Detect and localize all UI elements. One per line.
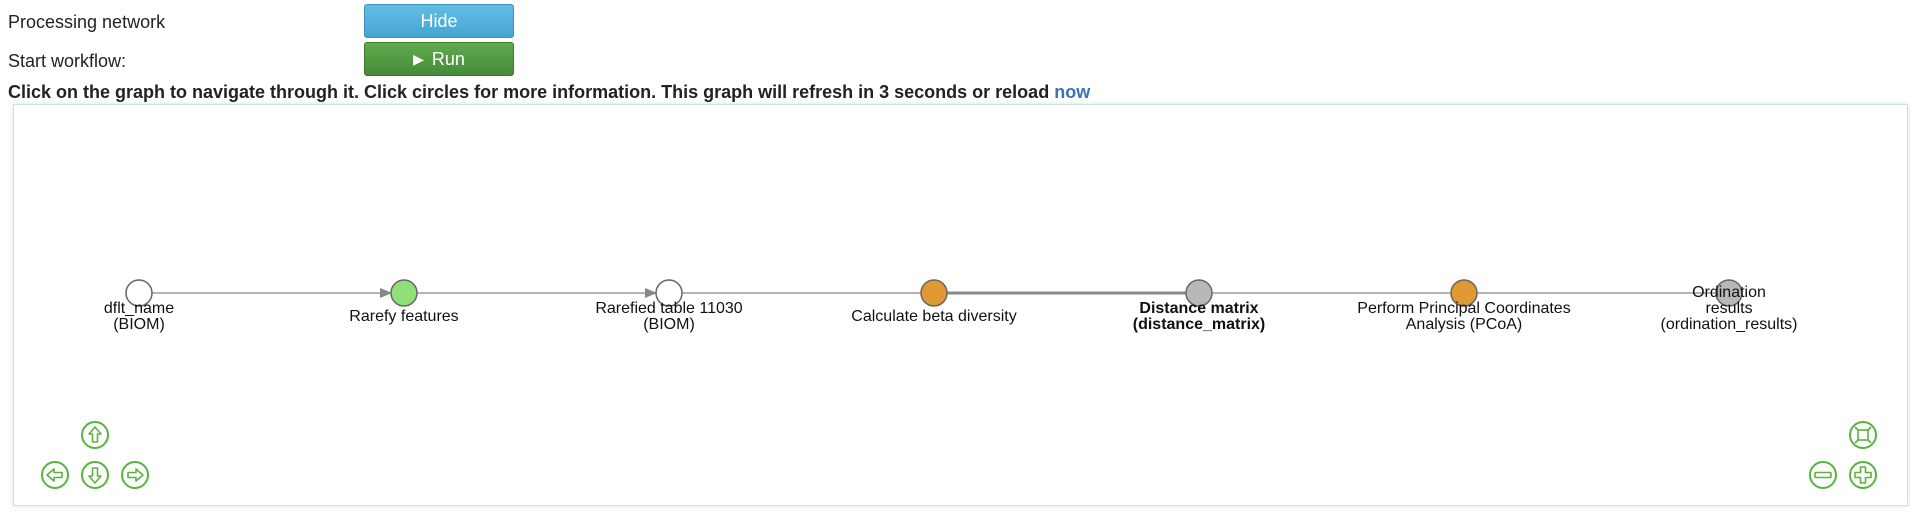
page: Processing network Hide Start workflow: … bbox=[0, 0, 1918, 512]
node-label-line: Ordination bbox=[1692, 284, 1766, 301]
node-label-line: Analysis (PCoA) bbox=[1406, 316, 1522, 333]
node-label-line: dflt_name bbox=[104, 300, 174, 317]
node-label: Perform Principal Coordinates Analysis (P… bbox=[1357, 300, 1570, 333]
arrow-right-icon[interactable] bbox=[121, 461, 149, 489]
node-label-line: (ordination_results) bbox=[1661, 316, 1798, 333]
start-workflow-label: Start workflow: bbox=[8, 51, 127, 71]
node-label-line: (BIOM) bbox=[643, 316, 695, 333]
process-node[interactable] bbox=[920, 279, 948, 307]
node-label-line: (distance_matrix) bbox=[1133, 316, 1266, 333]
node-label-line: Distance matrix bbox=[1139, 300, 1258, 317]
play-icon: ▶ bbox=[413, 50, 424, 67]
process-node[interactable] bbox=[390, 279, 418, 307]
processing-network-graph[interactable]: dflt_name (BIOM) Rarefy features Rarefied t… bbox=[13, 104, 1908, 506]
graph-canvas[interactable]: dflt_name (BIOM) Rarefy features Rarefied t… bbox=[14, 105, 1907, 505]
node-label-line: (BIOM) bbox=[113, 316, 165, 333]
reload-now-link[interactable]: now bbox=[1054, 82, 1090, 102]
node-label-line: Rarefy features bbox=[349, 308, 458, 325]
instructions-text: Click on the graph to navigate through i… bbox=[8, 82, 1055, 102]
node-label: Rarefied table 11030 (BIOM) bbox=[595, 300, 742, 333]
fit-view-icon[interactable] bbox=[1849, 421, 1877, 449]
zoom-out-icon[interactable] bbox=[1809, 461, 1837, 489]
arrow-left-icon[interactable] bbox=[41, 461, 69, 489]
node-label: Ordination results (ordination_results) bbox=[1661, 284, 1798, 333]
graph-instructions: Click on the graph to navigate through i… bbox=[8, 82, 1090, 103]
node-label: Calculate beta diversity bbox=[851, 308, 1016, 325]
node-label: Distance matrix (distance_matrix) bbox=[1133, 300, 1266, 333]
hide-button-label: Hide bbox=[420, 10, 458, 31]
run-button[interactable]: ▶ Run bbox=[364, 42, 514, 76]
node-label-line: results bbox=[1705, 300, 1752, 317]
node-label-line: Rarefied table 11030 bbox=[595, 300, 742, 317]
processing-network-label: Processing network bbox=[8, 12, 166, 32]
node-label-line: Perform Principal Coordinates bbox=[1357, 300, 1570, 317]
node-label: Rarefy features bbox=[349, 308, 458, 325]
node-label-line: Calculate beta diversity bbox=[851, 308, 1016, 325]
zoom-in-icon[interactable] bbox=[1849, 461, 1877, 489]
run-button-label: Run bbox=[431, 48, 465, 69]
node-label: dflt_name (BIOM) bbox=[104, 300, 174, 333]
arrow-up-icon[interactable] bbox=[81, 421, 109, 449]
hide-button[interactable]: Hide bbox=[364, 4, 514, 38]
arrow-down-icon[interactable] bbox=[81, 461, 109, 489]
